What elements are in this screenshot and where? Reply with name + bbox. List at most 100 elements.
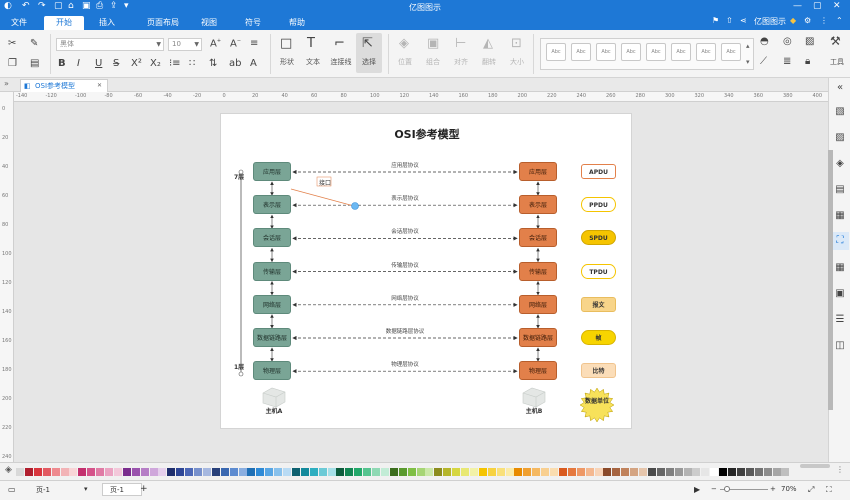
color-swatch[interactable]	[728, 468, 736, 476]
color-swatch[interactable]	[60, 468, 69, 476]
host-b-layer[interactable]: 传输层	[519, 261, 557, 281]
line-weight-icon[interactable]: ≣	[783, 56, 791, 67]
color-swatch[interactable]	[469, 468, 478, 476]
tools-label[interactable]: 工具	[826, 57, 848, 67]
color-swatch[interactable]	[33, 468, 42, 476]
color-swatch[interactable]	[701, 468, 710, 476]
color-swatch[interactable]	[274, 468, 283, 476]
fit-page-icon[interactable]: ⤢	[808, 485, 814, 495]
color-swatch[interactable]	[220, 468, 229, 476]
interface-point[interactable]	[351, 202, 359, 210]
color-swatch[interactable]	[194, 468, 202, 476]
color-swatch[interactable]	[621, 468, 630, 476]
strikethrough-icon[interactable]: S̶	[113, 58, 119, 69]
quick-style-3[interactable]: Abc	[596, 43, 616, 61]
tools-icon[interactable]: ⚒	[830, 34, 841, 48]
highlight-color-icon[interactable]: A	[250, 58, 257, 69]
color-swatch[interactable]	[576, 468, 585, 476]
style-gallery-more-icon[interactable]: ▾	[746, 58, 750, 66]
color-swatch[interactable]	[452, 468, 461, 476]
color-swatch[interactable]	[683, 468, 692, 476]
settings-icon[interactable]: ⚙	[804, 16, 811, 25]
host-b-layer[interactable]: 物理层	[519, 361, 557, 381]
host-b-layer[interactable]: 应用层	[519, 162, 557, 181]
host-a-layer[interactable]: 应用层	[253, 162, 291, 181]
color-swatch[interactable]	[354, 468, 363, 476]
play-icon[interactable]: ▶	[694, 485, 700, 494]
color-swatch[interactable]	[719, 468, 728, 476]
color-swatch[interactable]	[772, 468, 781, 476]
host-b-layer[interactable]: 网络层	[519, 294, 557, 314]
color-swatch[interactable]	[24, 468, 33, 476]
quick-style-4[interactable]: Abc	[621, 43, 641, 61]
color-swatch[interactable]	[229, 468, 238, 476]
text-tool-icon[interactable]: T	[307, 36, 315, 51]
flip-label[interactable]: 翻转	[478, 57, 500, 67]
color-swatch[interactable]	[389, 468, 398, 476]
italic-icon[interactable]: I	[77, 58, 80, 69]
text-direction-icon[interactable]: ⇅	[209, 58, 217, 69]
color-swatch[interactable]	[291, 468, 300, 476]
color-swatch[interactable]	[692, 468, 701, 476]
font-size-select[interactable]: 10 ▼	[168, 38, 202, 51]
color-swatch[interactable]	[496, 468, 505, 476]
color-swatch[interactable]	[647, 468, 656, 476]
close-icon[interactable]: ✕	[833, 1, 841, 11]
data-unit-tag[interactable]: 帧	[581, 330, 616, 345]
font-family-select[interactable]: 黑体 ▼	[56, 38, 164, 51]
account-label[interactable]: 亿图图示	[754, 16, 786, 27]
color-swatch[interactable]	[461, 468, 469, 476]
color-swatch[interactable]	[443, 468, 452, 476]
host-a-layer[interactable]: 表示层	[253, 195, 291, 215]
color-swatch[interactable]	[158, 468, 167, 476]
cart-icon[interactable]: ⚑	[712, 16, 719, 25]
host-a-layer[interactable]: 传输层	[253, 261, 291, 281]
line-color-icon[interactable]: ◎	[783, 36, 792, 47]
bold-icon[interactable]: B	[58, 58, 66, 69]
color-swatch[interactable]	[78, 468, 87, 476]
menu-page-layout[interactable]: 页面布局	[138, 16, 188, 30]
font-shrink-icon[interactable]: A−	[230, 38, 241, 49]
data-unit-starburst[interactable]	[579, 387, 615, 423]
color-swatch[interactable]	[558, 468, 567, 476]
color-swatch[interactable]	[754, 468, 763, 476]
collapse-sidebar-icon[interactable]: «	[834, 82, 846, 94]
shape-tool-icon[interactable]: □	[280, 36, 292, 51]
menu-insert[interactable]: 插入	[92, 16, 122, 30]
quick-style-1[interactable]: Abc	[546, 43, 566, 61]
color-swatch[interactable]	[51, 468, 60, 476]
host-b-layer[interactable]: 数据链路层	[519, 328, 557, 347]
color-swatch[interactable]	[541, 468, 550, 476]
color-swatch[interactable]	[532, 468, 541, 476]
font-color-icon[interactable]: ab	[229, 58, 241, 69]
palette-more-icon[interactable]: ⋮	[836, 465, 844, 474]
color-swatch[interactable]	[42, 468, 51, 476]
document-tab[interactable]: ◧ OSI参考模型 ✕	[20, 79, 108, 92]
flip-icon[interactable]: ◭	[483, 36, 493, 51]
data-unit-tag[interactable]: 比特	[581, 363, 616, 379]
color-swatch[interactable]	[185, 468, 194, 476]
color-swatch[interactable]	[736, 468, 745, 476]
fill-bucket-icon[interactable]: ◈	[5, 465, 12, 475]
page-panel-icon[interactable]: ▤	[834, 184, 846, 196]
color-swatch[interactable]	[256, 468, 265, 476]
bullet-list-icon[interactable]: ∷	[189, 58, 195, 69]
lock-icon[interactable]: 🔒︎	[805, 56, 810, 67]
color-swatch[interactable]	[425, 468, 434, 476]
color-swatch[interactable]	[211, 468, 220, 476]
select-tool-icon[interactable]: ⇱	[362, 36, 373, 51]
menu-symbol[interactable]: 符号	[240, 16, 266, 30]
outline-panel-icon[interactable]: ☰	[834, 314, 846, 326]
zoom-level[interactable]: 70%	[781, 485, 797, 493]
color-swatch[interactable]	[514, 468, 523, 476]
quick-style-6[interactable]: Abc	[671, 43, 691, 61]
host-a-layer[interactable]: 会话层	[253, 228, 291, 248]
quick-style-7[interactable]: Abc	[696, 43, 716, 61]
data-chart-panel-icon[interactable]: ⛶	[834, 235, 846, 247]
data-unit-tag[interactable]: SPDU	[581, 230, 616, 246]
color-swatch[interactable]	[105, 468, 113, 476]
color-swatch[interactable]	[283, 468, 291, 476]
format-panel-icon[interactable]: ▧	[834, 106, 846, 118]
style-gallery-scroll-icon[interactable]: ▴	[746, 42, 750, 50]
history-panel-icon[interactable]: ▣	[834, 288, 846, 300]
